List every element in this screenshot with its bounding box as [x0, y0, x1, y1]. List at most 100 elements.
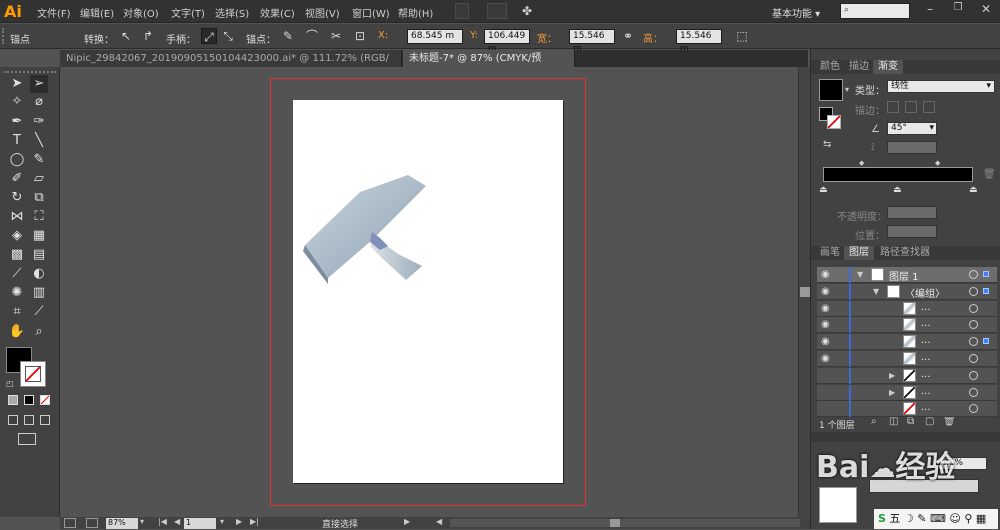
- layer-row[interactable]: ◉ ▼ 〈编组〉: [817, 283, 997, 300]
- layer-name[interactable]: ...: [921, 302, 931, 313]
- midpoint-icon[interactable]: ◆: [859, 159, 864, 167]
- menu-file[interactable]: 文件(F): [37, 5, 71, 20]
- last-page-icon[interactable]: ▶|: [250, 517, 259, 526]
- gradient-stop-icon[interactable]: ⏏: [969, 185, 978, 195]
- gpu-icon[interactable]: ✤: [522, 4, 532, 18]
- tab-color[interactable]: 颜色: [815, 60, 845, 74]
- hammer-artwork[interactable]: [300, 170, 430, 285]
- transparency-thumbnail[interactable]: [819, 487, 857, 523]
- new-sublayer-icon[interactable]: ⧉: [907, 416, 914, 427]
- convert-corner-icon[interactable]: ↖: [118, 28, 134, 44]
- stroke-across-icon[interactable]: [923, 101, 935, 113]
- pencil-icon[interactable]: ✐: [8, 170, 26, 188]
- target-circle-icon[interactable]: [969, 337, 978, 347]
- ime-toolbar[interactable]: S 五 ☽ ✎ ⌨ ☺ ⚲ ▦: [874, 509, 998, 529]
- mesh-tool-icon[interactable]: ▩: [8, 246, 26, 264]
- layer-name[interactable]: ...: [921, 335, 931, 346]
- tab-untitled-7[interactable]: 未标题-7* @ 87% (CMYK/预览)✕: [403, 50, 575, 81]
- screen-mode-icon[interactable]: [18, 433, 36, 445]
- pen-tool-icon[interactable]: ✒: [8, 113, 26, 131]
- selection-tool-icon[interactable]: ➤: [8, 75, 26, 93]
- line-tool-icon[interactable]: ╲: [30, 132, 48, 150]
- width-tool-icon[interactable]: ⋈: [8, 208, 26, 226]
- target-circle-icon[interactable]: [969, 270, 978, 279]
- convert-smooth-icon[interactable]: ↱: [140, 28, 156, 44]
- visibility-eye-icon[interactable]: ◉: [821, 303, 830, 314]
- arrange-documents-button[interactable]: [487, 3, 507, 19]
- blend-tool-icon[interactable]: ◐: [30, 265, 48, 283]
- selection-indicator[interactable]: [983, 271, 989, 277]
- slice-tool-icon[interactable]: ⟋: [30, 303, 48, 321]
- free-transform-icon[interactable]: ⛶: [30, 208, 48, 226]
- tab-layers[interactable]: 图层: [844, 246, 874, 260]
- artboard[interactable]: [293, 100, 563, 483]
- menu-edit[interactable]: 编辑(E): [80, 5, 114, 20]
- scroll-thumb[interactable]: [800, 287, 810, 297]
- connect-icon[interactable]: ⌒: [304, 28, 320, 44]
- layer-name[interactable]: ...: [921, 352, 931, 363]
- new-layer-icon[interactable]: ▢: [925, 416, 934, 427]
- default-colors-icon[interactable]: ◰: [6, 379, 14, 388]
- artboard-tool-icon[interactable]: ⌗: [8, 303, 26, 321]
- first-page-icon[interactable]: |◀: [158, 517, 167, 526]
- locate-object-icon[interactable]: ⌕: [871, 416, 877, 427]
- menu-view[interactable]: 视图(V): [305, 5, 340, 20]
- gradient-preset-dropdown-icon[interactable]: ▾: [845, 85, 849, 94]
- menu-effect[interactable]: 效果(C): [260, 5, 295, 20]
- horizontal-scrollbar[interactable]: [450, 519, 800, 527]
- draw-inside-icon[interactable]: [40, 415, 50, 425]
- none-mode-icon[interactable]: [40, 395, 50, 405]
- page-field[interactable]: 1: [184, 518, 216, 529]
- page-dropdown-icon[interactable]: ▾: [220, 517, 224, 526]
- clipping-mask-icon[interactable]: ◫: [889, 416, 898, 427]
- layer-name[interactable]: 〈编组〉: [905, 285, 945, 300]
- visibility-eye-icon[interactable]: ◉: [821, 269, 830, 280]
- symbol-sprayer-icon[interactable]: ✺: [8, 284, 26, 302]
- layer-row[interactable]: ◉...: [817, 300, 997, 317]
- draw-behind-icon[interactable]: [24, 415, 34, 425]
- next-page-icon[interactable]: ▶: [236, 517, 242, 526]
- vertical-scrollbar[interactable]: [798, 67, 810, 517]
- gradient-stop-icon[interactable]: ⏏: [893, 185, 902, 195]
- menu-object[interactable]: 对象(O): [123, 5, 159, 20]
- layer-name[interactable]: ...: [921, 402, 931, 413]
- target-circle-icon[interactable]: [969, 354, 978, 363]
- search-input[interactable]: ⌕: [840, 3, 910, 19]
- expand-toggle-icon[interactable]: ▶: [889, 371, 895, 380]
- visibility-eye-icon[interactable]: ◉: [821, 319, 830, 330]
- width-field[interactable]: 15.546 m: [569, 29, 615, 54]
- target-circle-icon[interactable]: [969, 387, 978, 397]
- bridge-button[interactable]: [455, 3, 469, 19]
- tab-nipic[interactable]: Nipic_29842067_20190905150104423000.ai* …: [60, 50, 402, 81]
- curvature-tool-icon[interactable]: ✑: [30, 113, 48, 131]
- layer-name[interactable]: ...: [921, 318, 931, 329]
- isolate-icon[interactable]: ⊡: [352, 28, 368, 44]
- target-circle-icon[interactable]: [969, 286, 978, 296]
- layer-row[interactable]: ◉...: [817, 317, 997, 334]
- paintbrush-icon[interactable]: ✎: [30, 151, 48, 169]
- rotate-tool-icon[interactable]: ↻: [8, 189, 26, 207]
- lasso-icon[interactable]: ⌀: [30, 93, 48, 111]
- ellipse-tool-icon[interactable]: ◯: [8, 151, 26, 169]
- tab-stroke[interactable]: 描边: [844, 60, 874, 74]
- scroll-thumb[interactable]: [610, 519, 620, 527]
- gradient-mode-icon[interactable]: [24, 395, 34, 405]
- shape-builder-icon[interactable]: ◈: [8, 227, 26, 245]
- expand-toggle-icon[interactable]: ▶: [889, 388, 895, 397]
- target-circle-icon[interactable]: [969, 404, 978, 414]
- layer-name[interactable]: ...: [921, 369, 931, 380]
- stroke-within-icon[interactable]: [887, 101, 899, 113]
- hand-tool-icon[interactable]: ✋: [8, 323, 26, 341]
- stroke-swatch[interactable]: [20, 361, 46, 387]
- expand-toggle-icon[interactable]: ▼: [873, 287, 879, 296]
- menu-window[interactable]: 窗口(W): [352, 5, 390, 20]
- delete-layer-icon[interactable]: 🗑: [943, 416, 956, 427]
- transform-icon[interactable]: ⬚: [734, 28, 750, 44]
- workspace-switcher[interactable]: 基本功能 ▾: [772, 5, 820, 20]
- gradient-tool-icon[interactable]: ▤: [30, 246, 48, 264]
- layer-row[interactable]: ◉ ▼ 图层 1: [817, 267, 997, 283]
- eraser-icon[interactable]: ▱: [30, 170, 48, 188]
- target-circle-icon[interactable]: [969, 303, 978, 313]
- location-field[interactable]: [887, 225, 937, 238]
- tab-gradient[interactable]: 渐变: [873, 60, 903, 74]
